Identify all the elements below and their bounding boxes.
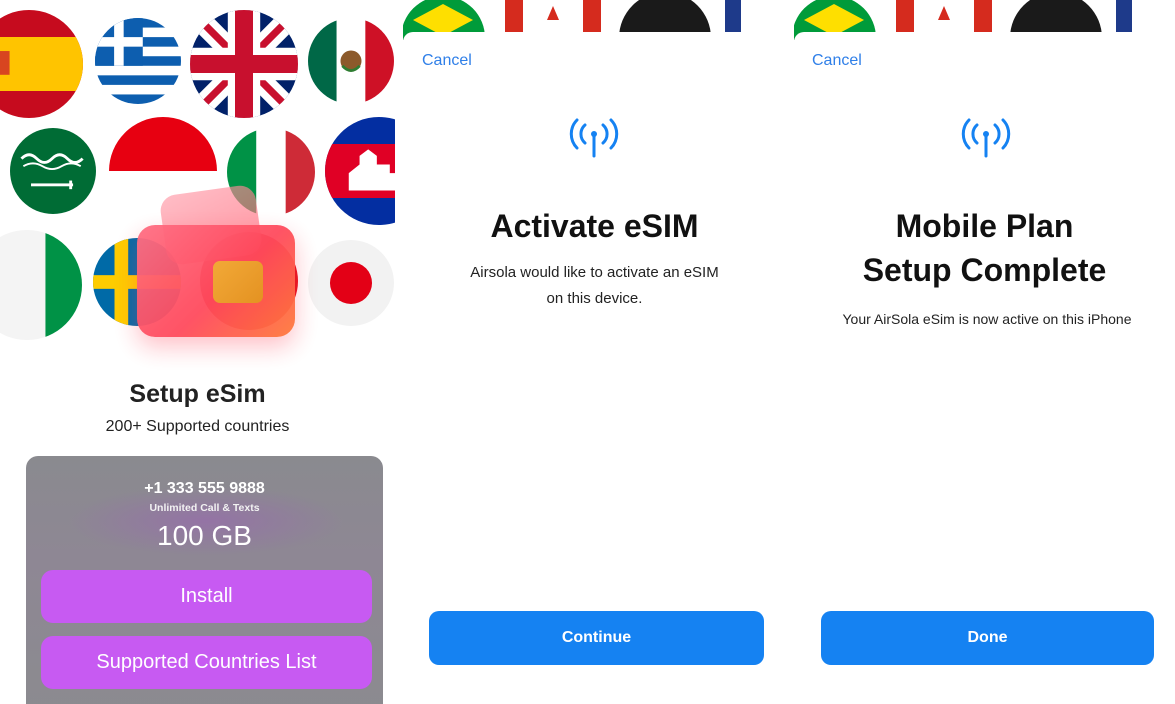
supported-countries-button[interactable]: Supported Countries List: [41, 636, 372, 689]
continue-button[interactable]: Continue: [429, 611, 764, 665]
sim-chip-icon: [213, 261, 263, 303]
antenna-signal-icon: [569, 118, 619, 158]
setup-esim-screen: Setup eSim 200+ Supported countries +1 3…: [0, 0, 395, 704]
plan-data-amount: 100 GB: [157, 520, 252, 551]
activate-message-line-1: Airsola would like to activate an eSIM: [470, 264, 719, 281]
cancel-button[interactable]: Cancel: [812, 52, 862, 70]
activate-esim-screen: Cancel Activate eSIM Airsola would like …: [403, 0, 786, 704]
cancel-button[interactable]: Cancel: [422, 52, 472, 70]
done-button[interactable]: Done: [821, 611, 1154, 665]
activate-title: Activate eSIM: [490, 208, 699, 244]
complete-title-line-2: Setup Complete: [862, 252, 1107, 288]
complete-message: Your AirSola eSim is now active on this …: [842, 311, 1132, 327]
plan-card: +1 333 555 9888 Unlimited Call & Texts 1…: [26, 456, 383, 704]
complete-title-line-1: Mobile Plan: [895, 208, 1074, 244]
activate-message-line-2: on this device.: [546, 290, 643, 307]
setup-complete-screen: Cancel Mobile Plan Setup Complete Your A…: [794, 0, 1175, 704]
flag-saudi-arabia-icon: [10, 128, 96, 214]
flag-spain-icon: [0, 10, 83, 118]
antenna-signal-icon: [961, 118, 1011, 158]
plan-phone-number: +1 333 555 9888: [144, 480, 265, 497]
page-subtitle: 200+ Supported countries: [105, 418, 290, 435]
flag-italy-icon: [0, 230, 82, 340]
plan-calls-texts: Unlimited Call & Texts: [149, 502, 260, 514]
install-button[interactable]: Install: [41, 570, 372, 623]
flag-mexico-icon: [308, 18, 394, 104]
flag-greece-icon: [95, 18, 181, 104]
flag-cambodia-icon: [325, 117, 395, 225]
sim-card-illustration: [137, 225, 295, 337]
flag-united-kingdom-icon: [190, 10, 298, 118]
page-title: Setup eSim: [129, 380, 266, 408]
flag-japan-icon: [308, 240, 394, 326]
